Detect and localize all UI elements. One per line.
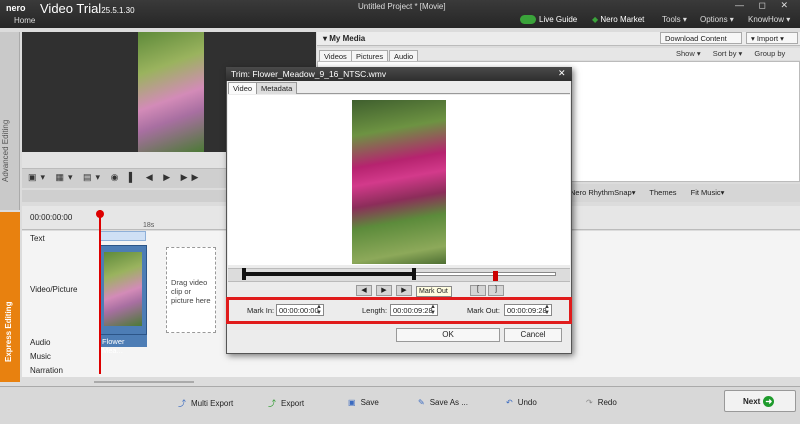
dialog-tabs: Video Metadata — [228, 82, 570, 94]
close-icon[interactable]: ✕ — [558, 68, 566, 79]
toggle-icon — [520, 15, 536, 25]
rhythmsnap-button[interactable]: Nero RhythmSnap▾ — [570, 188, 635, 197]
ruler-mark: 18s — [143, 222, 155, 229]
show-menu[interactable]: Show ▾ — [676, 49, 701, 58]
preview-image — [138, 32, 204, 152]
prev-frame-button[interactable]: ◀ — [356, 285, 372, 296]
download-content-button[interactable]: Download Content — [660, 32, 742, 44]
express-editing-tab[interactable]: Express Editing — [0, 212, 20, 382]
app-name: Video — [40, 1, 74, 16]
clip-thumbnail — [104, 252, 142, 326]
undo-icon: ↶ — [506, 398, 513, 407]
sort-menu[interactable]: Sort by ▾ — [713, 49, 743, 58]
position-marker[interactable] — [493, 271, 498, 281]
play-button[interactable]: ▶ — [376, 285, 392, 296]
trim-preview-image — [352, 100, 446, 264]
live-guide-toggle[interactable]: Live Guide — [520, 15, 578, 25]
next-frame-button[interactable]: ▶ — [396, 285, 412, 296]
multi-export-label: Multi Export — [191, 399, 234, 408]
zoom-slider[interactable] — [94, 381, 194, 383]
redo-label: Redo — [597, 398, 617, 407]
playback-toolbar[interactable]: ▣▾ ▦▾ ▤▾ ◉ ▌ ◀ ▶ ▶▶ — [22, 168, 228, 188]
timeline-timecode: 00:00:00:00 — [30, 213, 73, 222]
mark-out-handle[interactable] — [412, 268, 416, 280]
save-button[interactable]: ▣ Save — [342, 393, 385, 413]
playhead[interactable] — [99, 210, 101, 374]
save-as-icon: ✎ — [418, 398, 425, 407]
arrow-right-icon: ➜ — [763, 396, 775, 407]
save-as-label: Save As ... — [429, 398, 468, 407]
mark-in-button[interactable]: [ — [470, 285, 486, 296]
tab-metadata[interactable]: Metadata — [256, 82, 298, 94]
tab-video[interactable]: Video — [228, 82, 258, 94]
tools-menu[interactable]: Tools ▾ — [662, 15, 687, 24]
cancel-button[interactable]: Cancel — [504, 328, 562, 342]
knowhow-menu[interactable]: KnowHow ▾ — [748, 15, 790, 24]
import-button[interactable]: ▾ Import ▾ — [746, 32, 798, 44]
express-editing-label: Express Editing — [4, 301, 13, 362]
window-controls[interactable]: — ◻ ✕ — [735, 0, 794, 11]
bottom-bar — [0, 386, 800, 424]
text-track-item[interactable] — [100, 231, 146, 241]
fit-music-button[interactable]: Fit Music▾ — [691, 188, 725, 197]
track-music-label: Music — [30, 352, 51, 361]
save-label: Save — [360, 398, 379, 407]
save-as-button[interactable]: ✎ Save As ... — [412, 393, 474, 413]
export-button[interactable]: ⤴ Export — [262, 393, 310, 413]
export-icon: ⤴ — [268, 399, 276, 408]
multi-export-button[interactable]: ⤴ Multi Export — [172, 393, 239, 413]
app-edition: Trial — [76, 1, 102, 16]
mark-out-button[interactable]: ] — [488, 285, 504, 296]
dialog-title: Trim: Flower_Meadow_9_16_NTSC.wmv — [226, 67, 572, 81]
track-audio-label: Audio — [30, 338, 51, 347]
mark-out-tooltip: Mark Out — [416, 286, 452, 297]
themes-button[interactable]: Themes — [649, 188, 676, 197]
next-button[interactable]: Next ➜ — [724, 390, 796, 412]
export-label: Export — [281, 399, 305, 408]
next-label: Next — [743, 397, 761, 406]
undo-button[interactable]: ↶ Undo — [500, 393, 543, 413]
redo-icon: ↷ — [586, 398, 593, 407]
save-icon: ▣ — [348, 398, 356, 407]
home-link[interactable]: Home — [14, 16, 35, 25]
advanced-editing-tab[interactable]: Advanced Editing — [0, 32, 20, 210]
timeline-toolbar: Nero RhythmSnap▾ Themes Fit Music▾ — [560, 184, 800, 202]
scrub-selection — [244, 272, 414, 276]
nero-market-button[interactable]: ◆ Nero Market — [592, 15, 644, 24]
multi-export-icon: ⤴ — [178, 399, 186, 408]
undo-label: Undo — [517, 398, 537, 407]
project-title: Untitled Project * [Movie] — [358, 2, 446, 11]
track-narration-label: Narration — [30, 366, 63, 375]
nero-logo: nero — [6, 3, 26, 13]
app-version: 25.5.1.30 — [101, 6, 135, 15]
options-menu[interactable]: Options ▾ — [700, 15, 734, 24]
drop-target[interactable]: Drag video clip or picture here — [166, 247, 216, 333]
track-text-label: Text — [30, 234, 45, 243]
track-video-label: Video/Picture — [30, 285, 78, 294]
live-guide-label: Live Guide — [539, 15, 578, 24]
mark-in-handle[interactable] — [242, 268, 246, 280]
advanced-editing-label: Advanced Editing — [1, 119, 10, 182]
app-title: Video Trial25.5.1.30 — [40, 1, 135, 16]
ok-button[interactable]: OK — [396, 328, 500, 342]
nero-market-label: Nero Market — [600, 15, 645, 24]
playhead-handle[interactable] — [96, 210, 104, 218]
highlight-box — [226, 297, 572, 324]
redo-button[interactable]: ↷ Redo — [580, 393, 623, 413]
clip-label: Flower Mea... — [99, 335, 147, 355]
